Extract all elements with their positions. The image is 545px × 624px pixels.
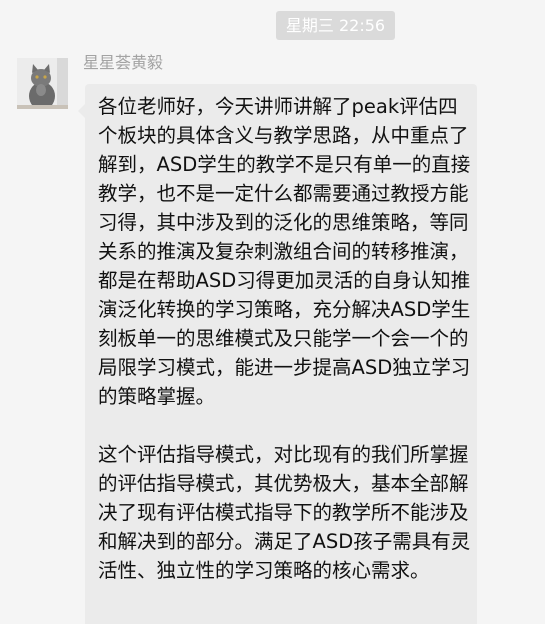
bubble-arrow [78, 104, 85, 118]
message-text: 各位老师好，今天讲师讲解了peak评估四个板块的具体含义与教学思路，从中重点了解… [98, 92, 473, 585]
cat-avatar-icon [17, 58, 68, 109]
message-paragraph: 这个评估指导模式，对比现有的我们所掌握的评估指导模式，其优势极大，基本全部解决了… [98, 443, 471, 582]
message-bubble[interactable]: 各位老师好，今天讲师讲解了peak评估四个板块的具体含义与教学思路，从中重点了解… [78, 84, 477, 624]
chat-area: 星期三 22:56 星星荟黄毅 各位老师好，今天讲师讲解了peak评估四个板块的… [0, 0, 545, 624]
message-timestamp: 星期三 22:56 [276, 11, 395, 40]
sender-name: 星星荟黄毅 [83, 53, 164, 72]
avatar[interactable] [17, 58, 68, 109]
message-paragraph: 各位老师好，今天讲师讲解了peak评估四个板块的具体含义与教学思路，从中重点了解… [98, 95, 471, 408]
